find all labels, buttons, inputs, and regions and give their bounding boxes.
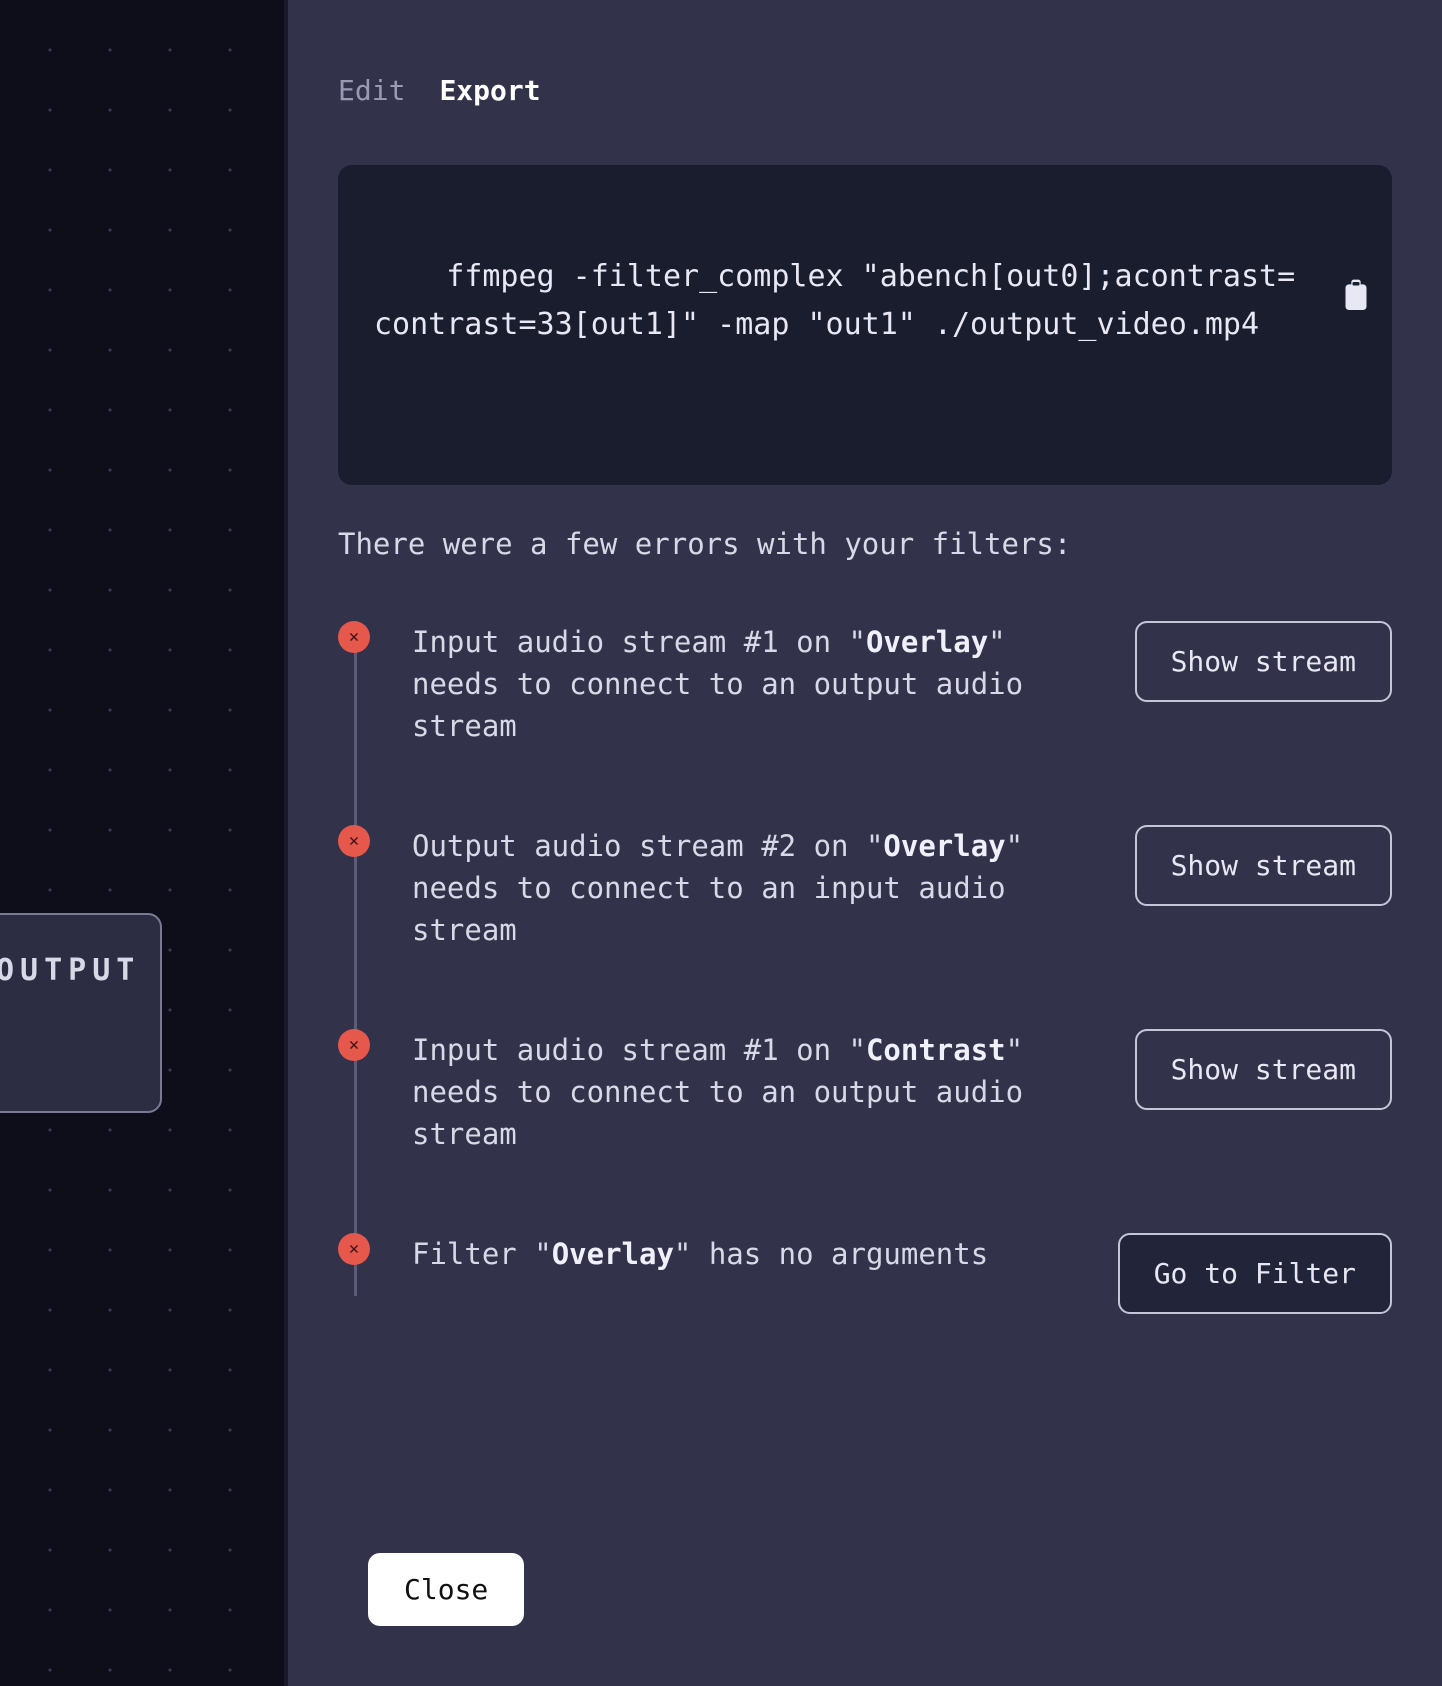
command-text: ffmpeg -filter_complex "abench[out0];aco… <box>374 259 1295 342</box>
go-to-filter-button[interactable]: Go to Filter <box>1118 1233 1392 1314</box>
error-message: Output audio stream #2 on "Overlay" need… <box>366 825 1091 951</box>
export-panel: Edit Export ffmpeg -filter_complex "aben… <box>284 0 1442 1686</box>
error-item: ✕ Input audio stream #1 on "Contrast" ne… <box>366 1029 1392 1155</box>
command-output: ffmpeg -filter_complex "abench[out0];aco… <box>338 165 1392 485</box>
close-button[interactable]: Close <box>368 1553 524 1626</box>
error-timeline-line <box>354 637 357 1296</box>
error-item: ✕ Filter "Overlay" has no arguments Go t… <box>366 1233 1392 1314</box>
tab-export[interactable]: Export <box>439 74 540 107</box>
panel-footer: Close <box>338 1513 1392 1626</box>
error-message: Filter "Overlay" has no arguments <box>366 1233 1074 1275</box>
panel-tabs: Edit Export <box>338 74 1392 107</box>
error-icon: ✕ <box>338 825 370 857</box>
error-icon: ✕ <box>338 621 370 653</box>
show-stream-button[interactable]: Show stream <box>1135 621 1392 702</box>
copy-button[interactable] <box>1342 183 1370 217</box>
error-list: ✕ Input audio stream #1 on "Overlay" nee… <box>338 621 1392 1314</box>
tab-edit[interactable]: Edit <box>338 74 405 107</box>
show-stream-button[interactable]: Show stream <box>1135 825 1392 906</box>
output-node[interactable]: OUTPUT <box>0 913 162 1113</box>
error-message: Input audio stream #1 on "Overlay" needs… <box>366 621 1091 747</box>
errors-heading: There were a few errors with your filter… <box>338 527 1392 561</box>
show-stream-button[interactable]: Show stream <box>1135 1029 1392 1110</box>
error-item: ✕ Output audio stream #2 on "Overlay" ne… <box>366 825 1392 951</box>
error-item: ✕ Input audio stream #1 on "Overlay" nee… <box>366 621 1392 747</box>
clipboard-icon <box>1342 279 1370 313</box>
error-message: Input audio stream #1 on "Contrast" need… <box>366 1029 1091 1155</box>
output-node-label: OUTPUT <box>0 953 140 988</box>
